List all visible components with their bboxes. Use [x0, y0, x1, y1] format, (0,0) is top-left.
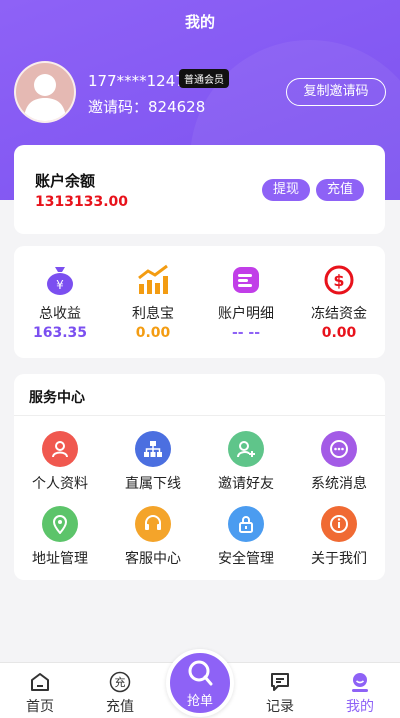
tab-label: 我的: [346, 699, 374, 715]
stat-frozen-funds[interactable]: $ 冻结资金 0.00: [293, 246, 385, 358]
stat-interest[interactable]: 利息宝 0.00: [107, 246, 199, 358]
service-label: 系统消息: [311, 476, 367, 492]
money-bag-icon: ¥: [47, 267, 73, 295]
dollar-coin-icon: $: [324, 265, 354, 295]
service-downline[interactable]: 直属下线: [107, 431, 199, 501]
service-label: 客服中心: [125, 551, 181, 567]
grab-order-button[interactable]: 抢单: [166, 649, 234, 717]
stat-value: -- --: [231, 325, 261, 341]
recharge-button[interactable]: 充值: [316, 179, 364, 201]
message-icon: [321, 431, 357, 467]
service-label: 邀请好友: [218, 476, 274, 492]
lock-icon: [228, 506, 264, 542]
records-icon: [271, 673, 289, 691]
copy-invite-code-button[interactable]: 复制邀请码: [286, 78, 386, 106]
service-label: 直属下线: [125, 476, 181, 492]
stat-value: 0.00: [321, 325, 357, 341]
service-security[interactable]: 安全管理: [200, 506, 292, 576]
user-tab-icon: [352, 673, 368, 692]
stat-label: 账户明细: [218, 306, 274, 322]
balance-value: 1313133.00: [35, 194, 128, 210]
default-avatar-icon: [24, 74, 66, 121]
stat-total-income[interactable]: ¥ 总收益 163.35: [14, 246, 106, 358]
stat-value: 163.35: [32, 325, 88, 341]
tab-mine[interactable]: 我的: [320, 663, 400, 718]
balance-card: 账户余额 1313133.00 提现 充值: [14, 145, 385, 234]
add-user-icon: [228, 431, 264, 467]
balance-label: 账户余额: [35, 172, 96, 190]
search-icon: [188, 660, 213, 686]
trend-chart-icon: [138, 264, 168, 294]
stat-account-detail[interactable]: 账户明细 -- --: [200, 246, 292, 358]
tab-label: 首页: [26, 699, 54, 715]
hierarchy-icon: [135, 431, 171, 467]
recharge-icon: 充: [109, 671, 131, 693]
home-icon: [31, 673, 49, 691]
svg-text:¥: ¥: [56, 278, 64, 292]
service-invite-friends[interactable]: 邀请好友: [200, 431, 292, 501]
tab-records[interactable]: 记录: [240, 663, 320, 718]
avatar[interactable]: [14, 61, 76, 123]
service-about-us[interactable]: 关于我们: [293, 506, 385, 576]
service-address[interactable]: 地址管理: [14, 506, 106, 576]
stat-value: 0.00: [135, 325, 171, 341]
withdraw-button[interactable]: 提现: [262, 179, 310, 201]
tab-home[interactable]: 首页: [0, 663, 80, 718]
service-label: 关于我们: [311, 551, 367, 567]
tab-recharge[interactable]: 充 充值: [80, 663, 160, 718]
stats-card: ¥ 总收益 163.35 利息宝 0.00 账户明细 -- -- $ 冻结资金: [14, 246, 385, 358]
stat-label: 利息宝: [132, 306, 174, 322]
stat-label: 总收益: [39, 306, 81, 322]
svg-text:$: $: [333, 271, 344, 290]
stat-label: 冻结资金: [311, 306, 367, 322]
service-center-card: 服务中心 个人资料 直属下线 邀请好友 系统消息 地址管理 客服中心 安全管理 …: [14, 374, 385, 580]
service-label: 地址管理: [32, 551, 88, 567]
invite-code: 邀请码：824628: [88, 98, 206, 116]
service-label: 安全管理: [218, 551, 274, 567]
user-phone: 177****1247: [88, 72, 185, 90]
page-title: 我的: [184, 13, 215, 31]
headset-icon: [135, 506, 171, 542]
recharge-icon-char: 充: [115, 675, 126, 689]
service-label: 个人资料: [32, 476, 88, 492]
member-level-badge: 普通会员: [179, 69, 229, 88]
grab-order-label: 抢单: [186, 694, 213, 709]
tab-label: 记录: [266, 699, 294, 715]
account-detail-icon: [233, 267, 259, 293]
user-icon: [42, 431, 78, 467]
service-profile[interactable]: 个人资料: [14, 431, 106, 501]
divider: [14, 415, 385, 416]
tab-label: 充值: [106, 699, 134, 715]
service-center-title: 服务中心: [29, 390, 85, 406]
service-customer-support[interactable]: 客服中心: [107, 506, 199, 576]
service-system-messages[interactable]: 系统消息: [293, 431, 385, 501]
location-icon: [42, 506, 78, 542]
info-icon: [321, 506, 357, 542]
